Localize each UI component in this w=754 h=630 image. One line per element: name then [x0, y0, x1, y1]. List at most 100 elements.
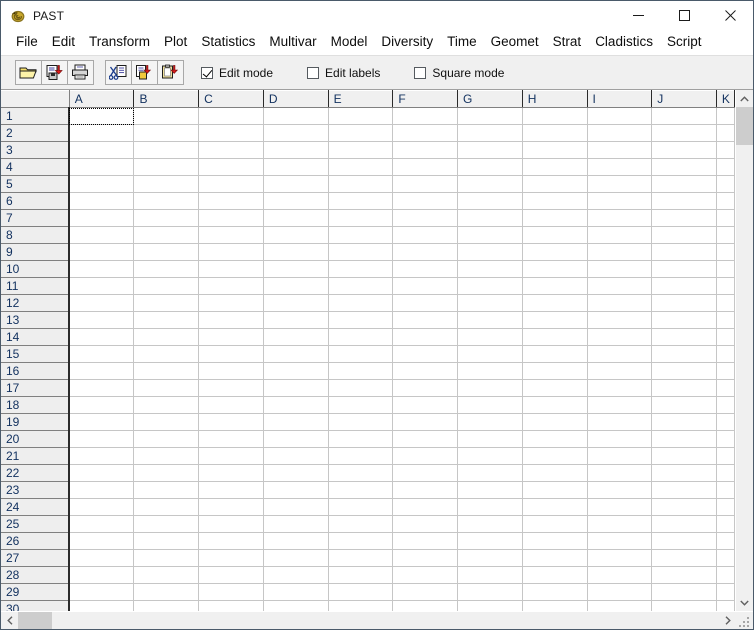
menu-item-cladistics[interactable]: Cladistics [588, 32, 660, 52]
scroll-left-button[interactable] [1, 612, 18, 629]
cell-D10[interactable] [263, 260, 329, 278]
cell-K22[interactable] [716, 464, 735, 482]
cell-D27[interactable] [263, 549, 329, 567]
cell-I30[interactable] [587, 600, 653, 611]
cell-H10[interactable] [522, 260, 588, 278]
cell-E3[interactable] [328, 141, 394, 159]
cell-A20[interactable] [69, 430, 135, 448]
cell-E2[interactable] [328, 124, 394, 142]
square-mode-checkbox-box[interactable] [414, 66, 427, 79]
cell-A2[interactable] [69, 124, 135, 142]
cell-H20[interactable] [522, 430, 588, 448]
horizontal-scrollbar[interactable] [1, 611, 753, 629]
cell-C3[interactable] [198, 141, 264, 159]
cell-K29[interactable] [716, 583, 735, 601]
menu-item-multivar[interactable]: Multivar [262, 32, 323, 52]
cell-H14[interactable] [522, 328, 588, 346]
cell-C16[interactable] [198, 362, 264, 380]
cell-K6[interactable] [716, 192, 735, 210]
row-header-16[interactable]: 16 [1, 362, 71, 380]
cell-E17[interactable] [328, 379, 394, 397]
cell-K19[interactable] [716, 413, 735, 431]
cell-I21[interactable] [587, 447, 653, 465]
cell-F15[interactable] [392, 345, 459, 363]
cell-C28[interactable] [198, 566, 264, 584]
cell-C6[interactable] [198, 192, 264, 210]
column-header-b[interactable]: B [133, 90, 200, 108]
cell-B21[interactable] [133, 447, 200, 465]
cell-C9[interactable] [198, 243, 264, 261]
column-header-k[interactable]: K [716, 90, 735, 108]
cell-E24[interactable] [328, 498, 394, 516]
cell-D11[interactable] [263, 277, 329, 295]
cell-A29[interactable] [69, 583, 135, 601]
vertical-scrollbar[interactable] [735, 90, 753, 611]
cell-F3[interactable] [392, 141, 459, 159]
cell-F5[interactable] [392, 175, 459, 193]
cell-A7[interactable] [69, 209, 135, 227]
cell-E7[interactable] [328, 209, 394, 227]
cell-A28[interactable] [69, 566, 135, 584]
cell-D12[interactable] [263, 294, 329, 312]
cell-D29[interactable] [263, 583, 329, 601]
cell-C5[interactable] [198, 175, 264, 193]
cell-E23[interactable] [328, 481, 394, 499]
cell-A19[interactable] [69, 413, 135, 431]
cell-K17[interactable] [716, 379, 735, 397]
cell-A26[interactable] [69, 532, 135, 550]
cell-H8[interactable] [522, 226, 588, 244]
cell-C29[interactable] [198, 583, 264, 601]
row-header-9[interactable]: 9 [1, 243, 71, 261]
cell-B5[interactable] [133, 175, 200, 193]
cell-E5[interactable] [328, 175, 394, 193]
row-header-26[interactable]: 26 [1, 532, 71, 550]
cell-K12[interactable] [716, 294, 735, 312]
cell-D16[interactable] [263, 362, 329, 380]
cell-B16[interactable] [133, 362, 200, 380]
cell-J24[interactable] [651, 498, 717, 516]
minimize-button[interactable] [615, 1, 661, 30]
cell-J18[interactable] [651, 396, 717, 414]
cell-E19[interactable] [328, 413, 394, 431]
cell-G8[interactable] [457, 226, 523, 244]
cell-G9[interactable] [457, 243, 523, 261]
cell-C23[interactable] [198, 481, 264, 499]
cell-G12[interactable] [457, 294, 523, 312]
column-header-i[interactable]: I [587, 90, 653, 108]
cell-K20[interactable] [716, 430, 735, 448]
row-header-13[interactable]: 13 [1, 311, 71, 329]
close-button[interactable] [707, 1, 753, 30]
spreadsheet-viewport[interactable]: ABCDEFGHIJK 1 2 3 4 5 6 7 8 9 10 11 12 13 14 15 16 17 18 1… [1, 90, 735, 611]
cell-E15[interactable] [328, 345, 394, 363]
copy-button[interactable] [131, 60, 158, 85]
cell-E21[interactable] [328, 447, 394, 465]
cell-I17[interactable] [587, 379, 653, 397]
column-header-f[interactable]: F [392, 90, 459, 108]
cell-D30[interactable] [263, 600, 329, 611]
cell-D22[interactable] [263, 464, 329, 482]
column-header-c[interactable]: C [198, 90, 264, 108]
cell-I14[interactable] [587, 328, 653, 346]
cell-A8[interactable] [69, 226, 135, 244]
row-header-5[interactable]: 5 [1, 175, 71, 193]
cell-H27[interactable] [522, 549, 588, 567]
cell-G17[interactable] [457, 379, 523, 397]
cell-D20[interactable] [263, 430, 329, 448]
square-mode-checkbox[interactable]: Square mode [414, 66, 504, 80]
cell-F26[interactable] [392, 532, 459, 550]
cell-C8[interactable] [198, 226, 264, 244]
cell-A18[interactable] [69, 396, 135, 414]
cell-I19[interactable] [587, 413, 653, 431]
cell-D7[interactable] [263, 209, 329, 227]
cell-E29[interactable] [328, 583, 394, 601]
data-table[interactable]: ABCDEFGHIJK 1 2 3 4 5 6 7 8 9 10 11 12 13 14 15 16 17 18 1… [1, 90, 735, 611]
cell-K4[interactable] [716, 158, 735, 176]
cell-E28[interactable] [328, 566, 394, 584]
row-header-8[interactable]: 8 [1, 226, 71, 244]
menu-item-edit[interactable]: Edit [45, 32, 82, 52]
row-header-10[interactable]: 10 [1, 260, 71, 278]
cell-K2[interactable] [716, 124, 735, 142]
cell-H15[interactable] [522, 345, 588, 363]
row-header-28[interactable]: 28 [1, 566, 71, 584]
cell-I10[interactable] [587, 260, 653, 278]
